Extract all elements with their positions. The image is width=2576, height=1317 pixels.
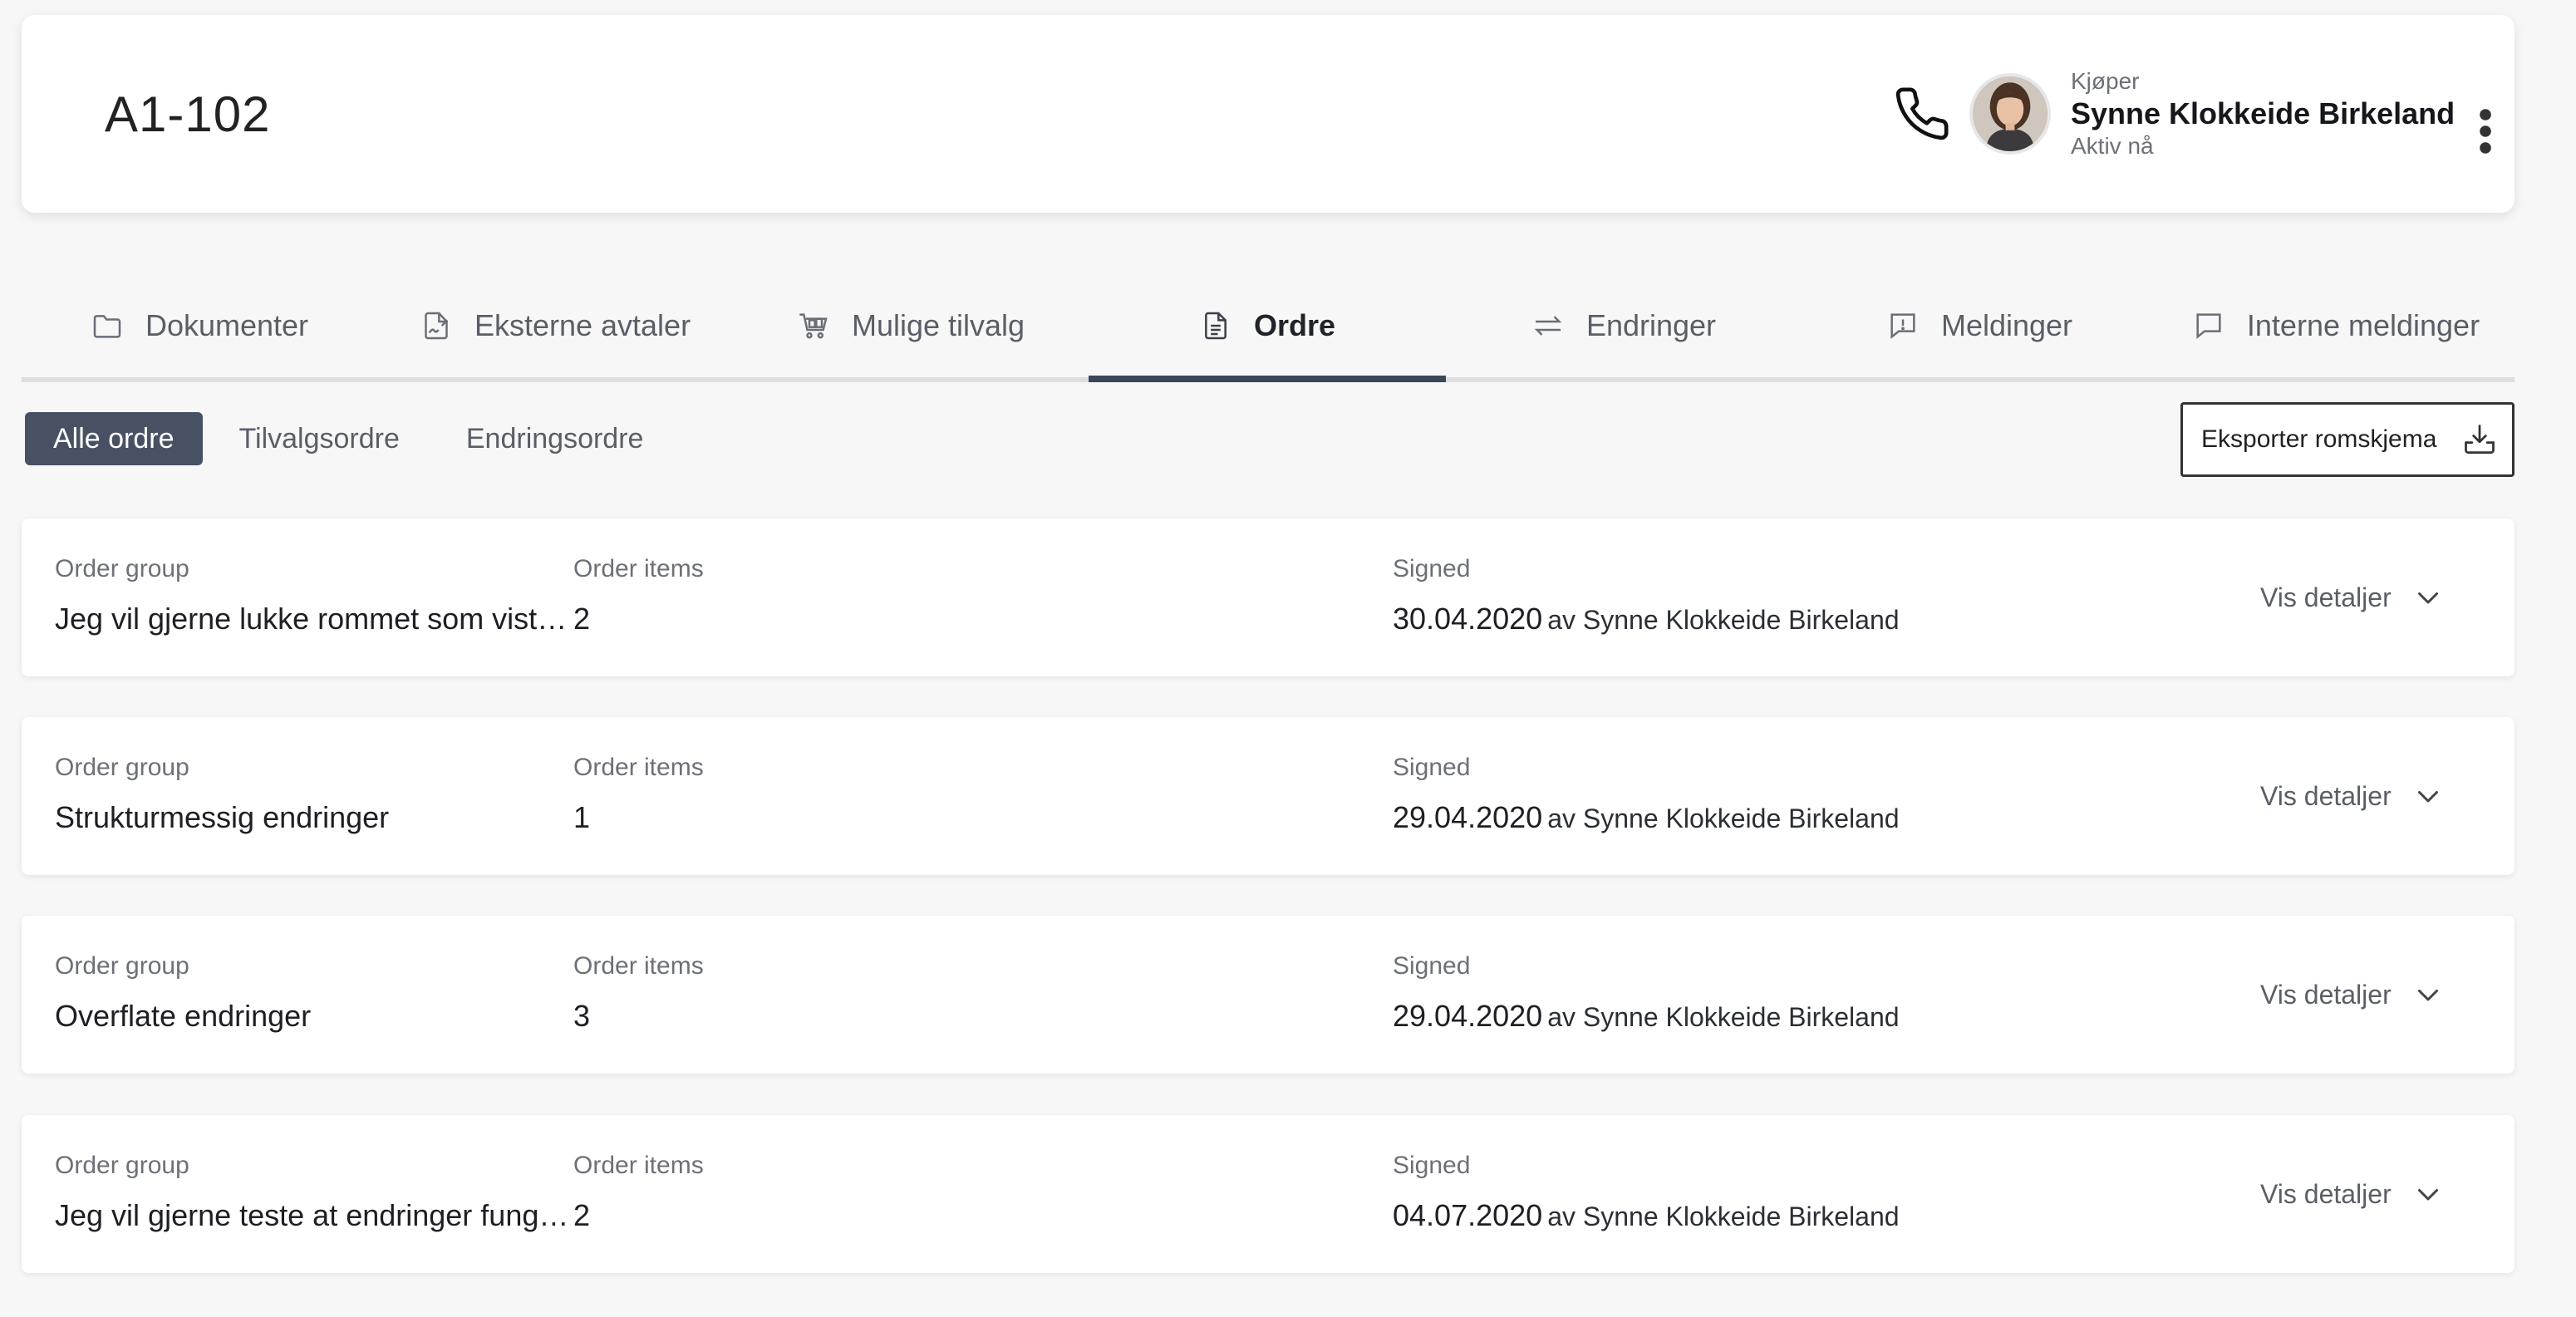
order-card: Order group Strukturmessig endringer Ord… bbox=[22, 717, 2515, 875]
signed-date: 30.04.2020 bbox=[1393, 602, 1543, 636]
order-items-value: 2 bbox=[573, 602, 591, 636]
chevron-down-icon bbox=[2417, 1189, 2438, 1201]
order-items-value: 2 bbox=[573, 1198, 591, 1232]
export-room-schedule-button[interactable]: Eksporter romskjema bbox=[2180, 402, 2515, 477]
show-details-label: Vis detaljer bbox=[2260, 979, 2392, 1010]
folder-icon bbox=[93, 315, 121, 338]
buyer-status: Aktiv nå bbox=[2071, 132, 2154, 159]
signed-value: 29.04.2020 av Synne Klokkeide Birkeland bbox=[1393, 800, 1900, 835]
download-icon bbox=[2465, 425, 2495, 454]
order-group-value: Strukturmessig endringer bbox=[55, 800, 390, 834]
order-group-label: Order group bbox=[55, 1152, 189, 1179]
signed-by: av Synne Klokkeide Birkeland bbox=[1547, 605, 1900, 635]
chevron-down-icon bbox=[2417, 990, 2438, 1001]
show-details-button[interactable]: Vis detaljer bbox=[2260, 916, 2443, 1074]
order-group-value: Jeg vil gjerne lukke rommet som vist i t… bbox=[55, 602, 572, 636]
order-group-value: Overflate endringer bbox=[55, 999, 312, 1033]
order-group-label: Order group bbox=[55, 952, 189, 980]
show-details-button[interactable]: Vis detaljer bbox=[2260, 1115, 2443, 1273]
tab-label: Dokumenter bbox=[145, 308, 309, 342]
order-items-label: Order items bbox=[573, 952, 704, 980]
signed-value: 30.04.2020 av Synne Klokkeide Birkeland bbox=[1393, 602, 1900, 636]
order-items-label: Order items bbox=[573, 555, 704, 582]
signed-date: 04.07.2020 bbox=[1393, 1198, 1543, 1232]
show-details-button[interactable]: Vis detaljer bbox=[2260, 717, 2443, 875]
show-details-label: Vis detaljer bbox=[2260, 582, 2392, 612]
export-label: Eksporter romskjema bbox=[2201, 425, 2437, 453]
tab-ordre[interactable]: Ordre bbox=[1089, 274, 1446, 377]
unit-header: A1-102 Kjøper Synne Klokkeide Birkeland … bbox=[22, 15, 2515, 213]
signed-date: 29.04.2020 bbox=[1393, 999, 1543, 1033]
tab-label: Interne meldinger bbox=[2246, 308, 2480, 342]
show-details-button[interactable]: Vis detaljer bbox=[2260, 518, 2443, 676]
chevron-down-icon bbox=[2417, 791, 2438, 803]
signed-date: 29.04.2020 bbox=[1393, 800, 1543, 834]
tab-label: Meldinger bbox=[1940, 308, 2073, 342]
buyer-role: Kjøper bbox=[2071, 68, 2140, 94]
signed-label: Signed bbox=[1393, 952, 1471, 980]
order-filter: Alle ordre Tilvalgsordre Endringsordre bbox=[25, 412, 671, 465]
order-group-label: Order group bbox=[55, 555, 189, 582]
signed-label: Signed bbox=[1393, 1152, 1471, 1179]
signed-document-icon bbox=[425, 312, 449, 340]
filter-option-orders[interactable]: Tilvalgsordre bbox=[211, 412, 428, 465]
tab-dokumenter[interactable]: Dokumenter bbox=[22, 274, 377, 377]
buyer-name: Synne Klokkeide Birkeland bbox=[2071, 96, 2456, 131]
order-items-value: 3 bbox=[573, 999, 591, 1033]
page-title: A1-102 bbox=[105, 86, 271, 142]
tab-eksterne-avtaler[interactable]: Eksterne avtaler bbox=[377, 274, 733, 377]
chat-icon bbox=[2196, 313, 2221, 339]
cart-icon bbox=[799, 313, 828, 339]
tab-label: Ordre bbox=[1253, 308, 1336, 342]
active-tab-indicator bbox=[1089, 376, 1446, 382]
tab-label: Mulige tilvalg bbox=[851, 308, 1025, 342]
order-group-label: Order group bbox=[55, 754, 189, 781]
show-details-label: Vis detaljer bbox=[2260, 1178, 2392, 1209]
document-icon bbox=[1205, 312, 1227, 340]
order-group-value: Jeg vil gjerne teste at endringer funger… bbox=[55, 1198, 572, 1232]
signed-by: av Synne Klokkeide Birkeland bbox=[1547, 1202, 1900, 1231]
tab-label: Eksterne avtaler bbox=[474, 308, 691, 342]
filter-change-orders[interactable]: Endringsordre bbox=[438, 412, 672, 465]
filter-all-orders[interactable]: Alle ordre bbox=[25, 412, 203, 465]
signed-value: 04.07.2020 av Synne Klokkeide Birkeland bbox=[1393, 1198, 1900, 1233]
order-card: Order group Overflate endringer Order it… bbox=[22, 916, 2515, 1074]
tab-interne-meldinger[interactable]: Interne meldinger bbox=[2157, 274, 2515, 377]
tab-endringer[interactable]: Endringer bbox=[1446, 274, 1802, 377]
alert-message-icon bbox=[1890, 313, 1915, 339]
signed-label: Signed bbox=[1393, 555, 1471, 582]
buyer-info: Kjøper Synne Klokkeide Birkeland Aktiv n… bbox=[2071, 68, 2455, 160]
tab-label: Endringer bbox=[1585, 308, 1717, 342]
order-items-label: Order items bbox=[573, 1152, 704, 1179]
swap-arrows-icon bbox=[1534, 316, 1562, 336]
signed-by: av Synne Klokkeide Birkeland bbox=[1547, 1002, 1900, 1032]
signed-label: Signed bbox=[1393, 754, 1471, 781]
order-card: Order group Jeg vil gjerne lukke rommet … bbox=[22, 518, 2515, 676]
tab-bar: Dokumenter Eksterne avtaler Mulige tilva… bbox=[22, 274, 2515, 382]
signed-value: 29.04.2020 av Synne Klokkeide Birkeland bbox=[1393, 999, 1900, 1034]
tab-mulige-tilvalg[interactable]: Mulige tilvalg bbox=[733, 274, 1089, 377]
show-details-label: Vis detaljer bbox=[2260, 780, 2392, 811]
tab-meldinger[interactable]: Meldinger bbox=[1802, 274, 2157, 377]
order-items-label: Order items bbox=[573, 754, 704, 781]
avatar[interactable] bbox=[1969, 73, 2051, 155]
phone-icon[interactable] bbox=[1893, 85, 1951, 143]
more-options-icon[interactable] bbox=[2473, 106, 2498, 156]
signed-by: av Synne Klokkeide Birkeland bbox=[1547, 803, 1900, 833]
order-card: Order group Jeg vil gjerne teste at endr… bbox=[22, 1115, 2515, 1273]
chevron-down-icon bbox=[2417, 592, 2438, 604]
order-items-value: 1 bbox=[573, 800, 591, 834]
